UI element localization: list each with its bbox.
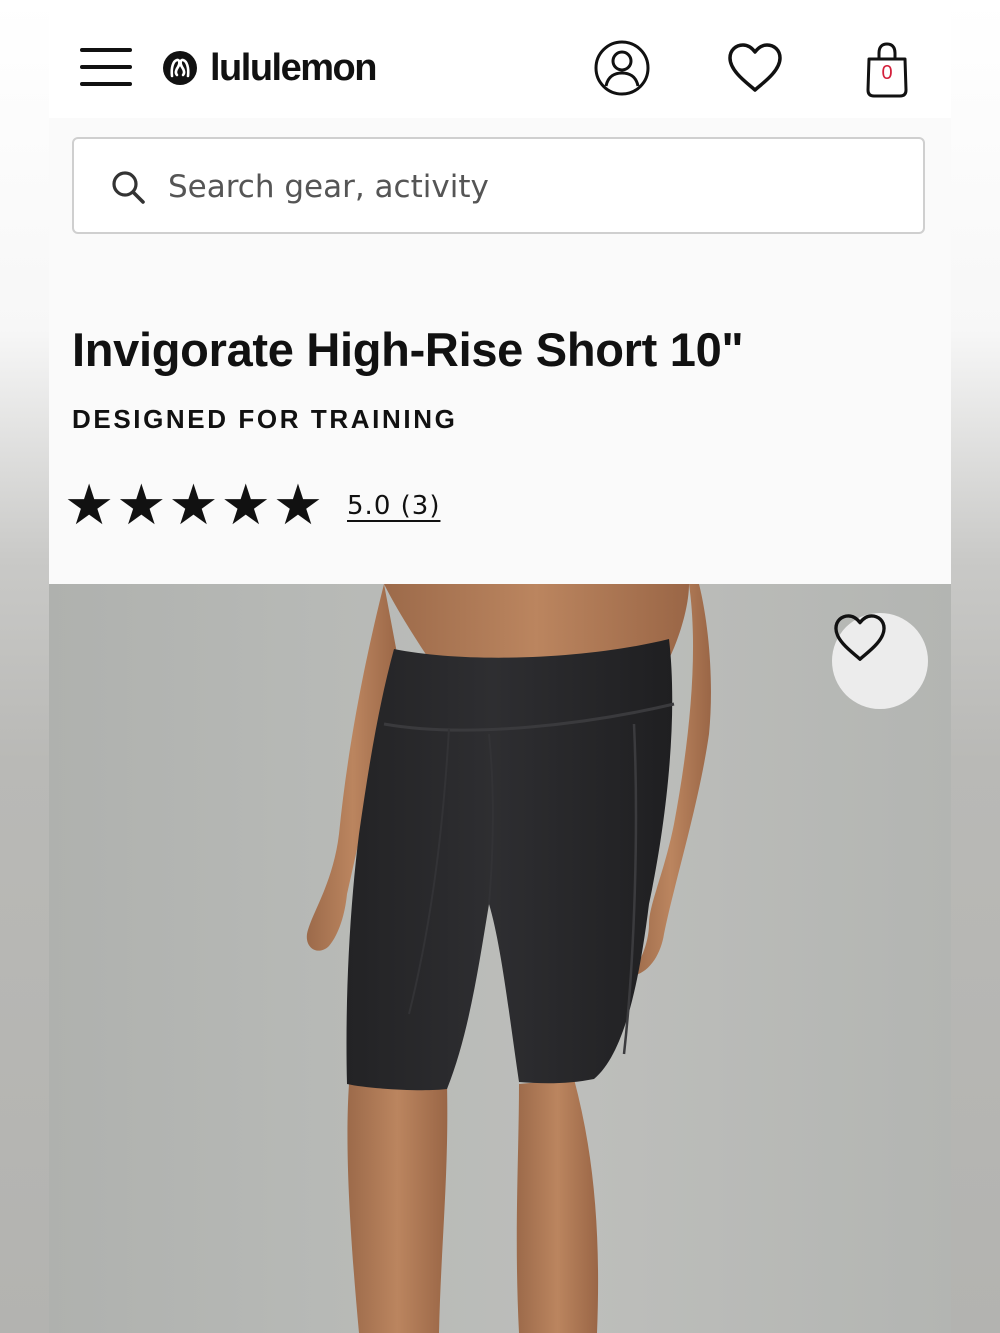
brand-logo[interactable]: lululemon <box>162 44 377 92</box>
wishlist-heart-icon[interactable] <box>725 38 785 98</box>
hamburger-menu-icon[interactable] <box>80 46 132 86</box>
search-bar <box>72 137 925 234</box>
bag-count-badge: 0 <box>881 62 893 84</box>
product-rating: ★ ★ ★ ★ ★ 5.0 (3) <box>64 478 440 534</box>
star-icon: ★ <box>168 473 219 538</box>
star-icon: ★ <box>64 473 115 538</box>
heart-icon <box>834 614 886 661</box>
site-header: lululemon 0 <box>49 0 951 118</box>
star-icon: ★ <box>272 473 324 538</box>
product-tagline: DESIGNED FOR TRAINING <box>72 404 458 434</box>
search-input[interactable] <box>166 159 890 215</box>
star-icon: ★ <box>220 473 271 538</box>
product-title: Invigorate High-Rise Short 10" <box>72 323 744 376</box>
account-icon[interactable] <box>592 38 652 98</box>
rating-stars: ★ ★ ★ ★ ★ <box>64 478 323 534</box>
reviews-link[interactable]: 5.0 (3) <box>347 491 440 521</box>
add-to-wishlist-button[interactable] <box>832 613 928 709</box>
search-icon <box>112 171 145 204</box>
lululemon-logo-icon <box>163 51 197 85</box>
product-photo-illustration <box>306 584 711 1333</box>
brand-name: lululemon <box>210 46 377 89</box>
shopping-bag-icon[interactable]: 0 <box>857 40 917 100</box>
page: lululemon 0 Search gear, activity Invigo… <box>49 0 951 1333</box>
product-image[interactable] <box>49 584 951 1333</box>
star-icon: ★ <box>116 473 167 538</box>
